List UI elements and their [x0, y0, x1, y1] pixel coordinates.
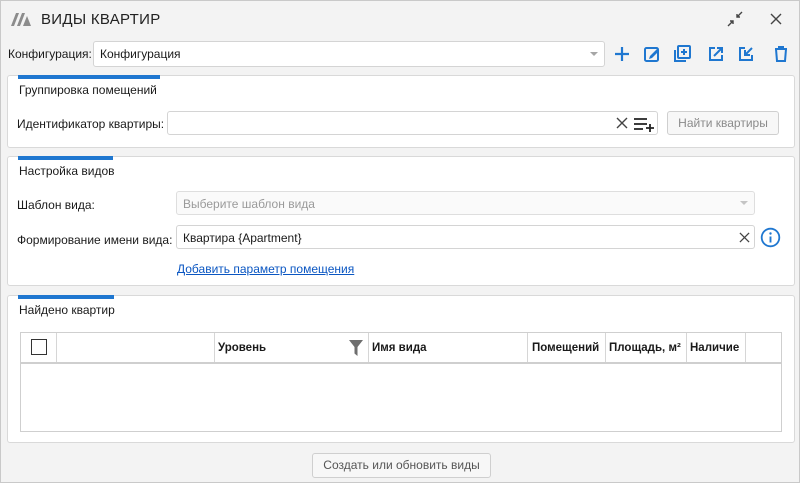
accent-bar — [18, 75, 160, 79]
column-header-rooms[interactable]: Помещений — [528, 333, 606, 362]
title-bar: ВИДЫ КВАРТИР — [1, 1, 800, 37]
close-icon[interactable] — [766, 9, 786, 29]
views-title: Настройка видов — [19, 164, 115, 178]
view-name-input[interactable]: Квартира {Apartment} — [176, 225, 755, 249]
accent-bar — [18, 295, 114, 299]
find-apartments-button[interactable]: Найти квартиры — [667, 111, 779, 135]
delete-icon[interactable] — [771, 44, 791, 64]
table-header: Уровень Имя вида Помещений Площадь, м² Н… — [21, 333, 781, 364]
column-header-area[interactable]: Площадь, м² — [606, 333, 687, 362]
template-label: Шаблон вида: — [17, 198, 95, 212]
import-icon[interactable] — [736, 44, 756, 64]
column-header-filler — [746, 333, 781, 362]
apartments-table: Уровень Имя вида Помещений Площадь, м² Н… — [20, 332, 782, 432]
create-update-views-button[interactable]: Создать или обновить виды — [312, 453, 491, 478]
edit-icon[interactable] — [642, 44, 662, 64]
config-value: Конфигурация — [100, 47, 181, 61]
clear-icon[interactable] — [616, 117, 628, 129]
add-room-parameter-link[interactable]: Добавить параметр помещения — [177, 262, 354, 276]
filter-icon[interactable] — [348, 339, 364, 357]
config-select[interactable]: Конфигурация — [93, 41, 605, 67]
template-select[interactable]: Выберите шаблон вида — [176, 191, 755, 215]
grouping-title: Группировка помещений — [19, 83, 157, 97]
duplicate-icon[interactable] — [672, 44, 692, 64]
select-all-column — [21, 333, 57, 362]
add-icon[interactable] — [612, 44, 632, 64]
column-header-availability[interactable]: Наличие — [687, 333, 746, 362]
found-title: Найдено квартир — [19, 303, 115, 317]
column-header-view-name[interactable]: Имя вида — [369, 333, 528, 362]
accent-bar — [18, 156, 113, 160]
select-all-checkbox[interactable] — [31, 339, 47, 355]
chevron-down-icon — [740, 201, 748, 205]
grouping-panel: Группировка помещений Идентификатор квар… — [7, 75, 795, 148]
views-panel: Настройка видов Шаблон вида: Выберите ша… — [7, 156, 795, 286]
clear-icon[interactable] — [739, 232, 750, 243]
config-label: Конфигурация: — [8, 47, 92, 61]
found-panel: Найдено квартир Уровень Имя вида Помещен… — [7, 295, 795, 443]
window-title: ВИДЫ КВАРТИР — [41, 11, 161, 28]
list-add-icon[interactable] — [633, 116, 655, 132]
window: ВИДЫ КВАРТИР Конфигурация: Конфигурация — [0, 0, 800, 483]
view-name-label: Формирование имени вида: — [17, 233, 173, 247]
column-header-level[interactable]: Уровень — [215, 333, 369, 362]
chevron-down-icon — [590, 52, 598, 56]
info-icon[interactable] — [760, 227, 781, 248]
config-row: Конфигурация: Конфигурация — [1, 41, 800, 67]
apartment-id-input[interactable] — [167, 111, 658, 135]
logo-icon — [11, 13, 31, 26]
apartment-id-label: Идентификатор квартиры: — [17, 117, 165, 131]
collapse-icon[interactable] — [725, 9, 745, 29]
column-header[interactable] — [57, 333, 215, 362]
export-icon[interactable] — [706, 44, 726, 64]
